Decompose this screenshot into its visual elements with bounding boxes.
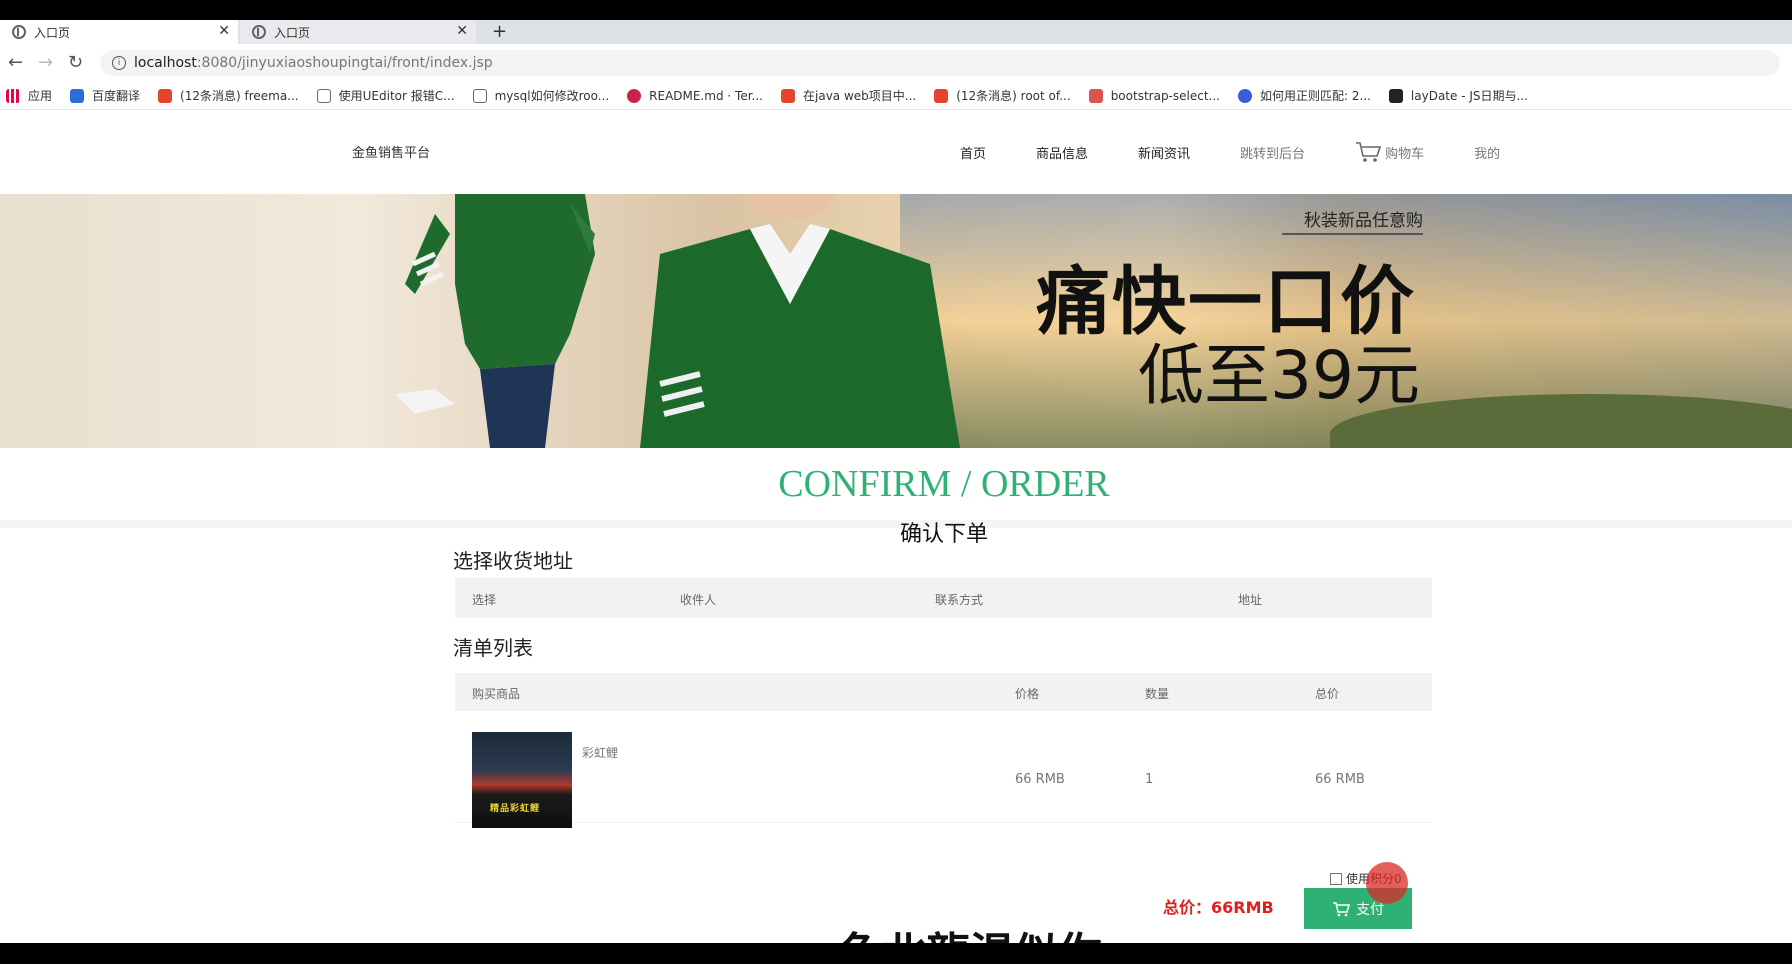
csdn-icon (781, 88, 795, 103)
address-table-header: 选择 收件人 联系方式 地址 (455, 578, 1432, 618)
screen-border-top (0, 0, 1792, 20)
reload-icon[interactable]: ↻ (68, 52, 83, 73)
browser-toolbar: ← → ↻ i localhost :8080/jinyuxiaoshoupin… (0, 44, 1792, 82)
info-icon[interactable]: i (112, 56, 126, 70)
bookmark-label: 在java web项目中... (803, 89, 917, 103)
banner-model-right (640, 194, 960, 448)
promo-banner[interactable]: 秋装新品任意购 痛快一口价 低至39元 (0, 194, 1792, 448)
url-host: localhost (134, 55, 197, 71)
bookmark-item[interactable]: 在java web项目中... (781, 87, 916, 104)
bookmark-item[interactable]: README.md · Ter... (627, 88, 763, 103)
bookmark-label: 如何用正则匹配: 2... (1259, 89, 1371, 103)
bookmark-item[interactable]: (12条消息) root of... (934, 87, 1071, 104)
list-section-title: 清单列表 (453, 636, 533, 660)
site-logo[interactable]: 金鱼销售平台 (352, 142, 430, 161)
site-icon (472, 88, 487, 103)
page-content: 金鱼销售平台 首页 商品信息 新闻资讯 跳转到后台 购物车 我的 秋装新品任意购… (0, 110, 1792, 943)
nav-products[interactable]: 商品信息 (1036, 143, 1088, 162)
bookmark-label: layDate - JS日期与... (1410, 89, 1528, 103)
nav-cart-label: 购物车 (1385, 146, 1425, 162)
bookmark-item[interactable]: layDate - JS日期与... (1388, 87, 1528, 104)
product-total: 66 RMB (1315, 772, 1365, 787)
bookmark-label: 应用 (28, 89, 53, 103)
gitee-icon (627, 88, 642, 103)
confirm-title-cn: 确认下单 (899, 522, 988, 547)
address-section-title: 选择收货地址 (453, 549, 573, 573)
column-header: 价格 (1015, 687, 1040, 701)
nav-mine[interactable]: 我的 (1474, 143, 1500, 162)
column-header: 数量 (1145, 687, 1170, 701)
banner-subtitle: 秋装新品任意购 (1282, 206, 1423, 235)
tab-title: 入口页 (274, 25, 311, 40)
banner-model-left (395, 194, 595, 448)
laydate-icon (1388, 88, 1403, 103)
globe-icon (12, 25, 26, 39)
bookmark-item[interactable]: mysql如何修改roo... (472, 87, 610, 104)
nav-home[interactable]: 首页 (960, 143, 986, 162)
csdn-icon (934, 88, 949, 103)
nav-admin[interactable]: 跳转到后台 (1240, 143, 1305, 162)
apps-grid-icon (6, 88, 20, 103)
bookmark-item[interactable]: bootstrap-select... (1088, 88, 1220, 103)
bookmarks-bar: 应用 百度翻译 (12条消息) freema... 使用UEditor 报错C.… (0, 82, 1792, 110)
column-header: 选择 (472, 593, 497, 607)
order-table-header: 购买商品 价格 数量 总价 (455, 673, 1432, 711)
order-total: 总价：66RMB (1163, 898, 1274, 917)
bookmark-label: 百度翻译 (92, 89, 141, 103)
browser-tab-active[interactable]: 入口页 ✕ (0, 20, 238, 44)
bookmark-item[interactable]: 百度翻译 (70, 87, 140, 104)
baidu-icon (1237, 88, 1252, 103)
close-icon[interactable]: ✕ (456, 23, 468, 39)
close-icon[interactable]: ✕ (218, 23, 230, 39)
bookmark-label: bootstrap-select... (1110, 88, 1220, 103)
csdn-icon (158, 88, 173, 103)
product-name[interactable]: 彩虹鲤 (582, 744, 618, 761)
site-header: 金鱼销售平台 首页 商品信息 新闻资讯 跳转到后台 购物车 我的 (0, 110, 1792, 194)
table-row: 精品彩虹鲤 彩虹鲤 66 RMB 1 66 RMB (455, 711, 1432, 828)
forward-arrow-icon[interactable]: → (38, 52, 53, 73)
tab-title: 入口页 (34, 25, 71, 40)
site-icon (1088, 88, 1103, 103)
column-header: 收件人 (680, 593, 717, 607)
product-price: 66 RMB (1015, 772, 1065, 787)
new-tab-button[interactable]: + (492, 20, 507, 44)
nav-cart[interactable]: 购物车 (1355, 141, 1424, 163)
bookmark-label: README.md · Ter... (649, 88, 763, 103)
cart-icon (1356, 142, 1382, 162)
bookmark-label: (12条消息) root of... (956, 89, 1071, 103)
bookmark-apps[interactable]: 应用 (6, 87, 52, 104)
product-quantity: 1 (1145, 772, 1154, 787)
column-header: 联系方式 (935, 593, 984, 607)
bookmark-label: 使用UEditor 报错C... (338, 89, 455, 103)
banner-price: 低至39元 (1138, 337, 1420, 414)
use-points-checkbox[interactable] (1330, 872, 1342, 885)
bookmark-item[interactable]: 如何用正则匹配: 2... (1237, 87, 1371, 104)
back-arrow-icon[interactable]: ← (8, 52, 23, 73)
column-header: 地址 (1238, 593, 1263, 607)
site-icon (316, 88, 331, 103)
mouse-cursor-highlight (1366, 862, 1408, 904)
footer-heading-cropped: 鱼北龍渴似你 (838, 918, 1102, 943)
globe-icon (252, 25, 266, 39)
browser-tab-bar: 入口页 ✕ 入口页 ✕ + (0, 20, 1792, 44)
product-thumbnail[interactable]: 精品彩虹鲤 (472, 732, 572, 828)
address-bar[interactable]: i localhost :8080/jinyuxiaoshoupingtai/f… (100, 50, 1780, 76)
bookmark-label: (12条消息) freema... (180, 89, 299, 103)
nav-news[interactable]: 新闻资讯 (1138, 143, 1190, 162)
bookmark-item[interactable]: (12条消息) freema... (158, 87, 299, 104)
screen-border-bottom (0, 943, 1792, 964)
column-header: 总价 (1315, 687, 1340, 701)
confirm-title-en: CONFIRM / ORDER (778, 463, 1110, 505)
translate-icon (70, 88, 85, 103)
bookmark-label: mysql如何修改roo... (494, 89, 610, 103)
url-path: :8080/jinyuxiaoshoupingtai/front/index.j… (196, 55, 493, 71)
browser-tab[interactable]: 入口页 ✕ (240, 20, 476, 44)
site-nav: 首页 商品信息 新闻资讯 跳转到后台 购物车 我的 (960, 132, 1550, 172)
thumbnail-caption: 精品彩虹鲤 (490, 804, 541, 814)
cart-icon (1333, 901, 1350, 916)
column-header: 购买商品 (472, 687, 521, 701)
bookmark-item[interactable]: 使用UEditor 报错C... (316, 87, 455, 104)
